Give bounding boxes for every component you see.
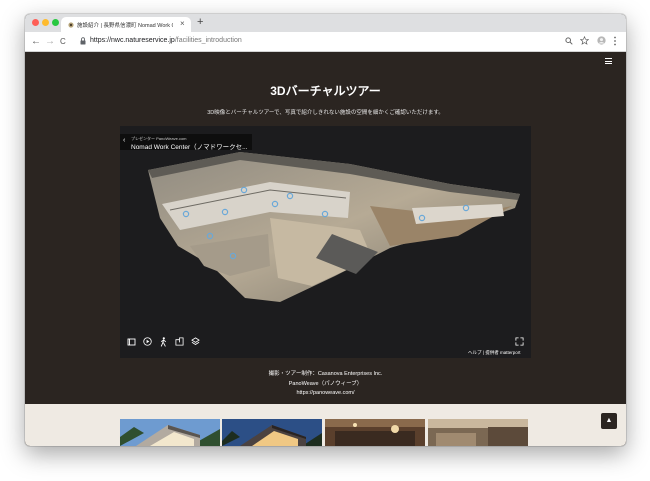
menu-icon[interactable] — [605, 58, 612, 64]
viewer-footer: ヘルプ | 提供者 matterport — [468, 350, 520, 356]
close-window-button[interactable] — [32, 19, 39, 26]
zoom-window-button[interactable] — [52, 19, 59, 26]
footer-separator: | — [482, 350, 484, 355]
minimize-window-button[interactable] — [42, 19, 49, 26]
page-content: 3Dバーチャルツアー 3D映像とバーチャルツアーで、写真で紹介しきれない施設の空… — [25, 52, 626, 446]
gallery-thumbnail[interactable] — [325, 419, 425, 446]
floorplan-icon[interactable] — [175, 337, 184, 346]
browser-window: 施設紹介 | 長野県信濃町 Nomad Work Center × + ← → … — [25, 14, 626, 446]
help-link[interactable]: ヘルプ — [468, 350, 482, 355]
tab-close-icon[interactable]: × — [180, 19, 185, 28]
favicon-icon — [68, 22, 74, 28]
url-input[interactable]: https://nwc.natureservice.jp/facilities_… — [75, 35, 545, 48]
gallery-thumbnail[interactable] — [120, 419, 220, 446]
walk-icon[interactable] — [160, 337, 167, 347]
dollhouse-model-image[interactable] — [120, 126, 531, 358]
new-tab-button[interactable]: + — [197, 16, 203, 28]
url-domain: https://nwc.natureservice.jp — [90, 37, 175, 44]
credit-photography: 撮影・ツアー制作：Casanova Enterprises Inc. — [268, 371, 383, 377]
address-bar: ← → C https://nwc.natureservice.jp/facil… — [25, 32, 626, 52]
tour-title-bar[interactable]: ‹ プレゼンター PanoWeave.com Nomad Work Center… — [120, 134, 252, 151]
caret-up-icon: ▲ — [605, 417, 613, 424]
tab-title: 施設紹介 | 長野県信濃町 Nomad Work Center — [77, 23, 173, 29]
back-to-top-button[interactable]: ▲ — [601, 413, 617, 429]
matterport-viewer[interactable]: ‹ プレゼンター PanoWeave.com Nomad Work Center… — [120, 126, 531, 358]
account-icon[interactable] — [597, 36, 606, 45]
credit-company: PanoWeave（パノウィーブ） — [288, 380, 363, 387]
tab-bar: 施設紹介 | 長野県信濃町 Nomad Work Center × + — [25, 14, 626, 32]
gallery-thumbnail[interactable] — [222, 419, 322, 446]
active-tab[interactable]: 施設紹介 | 長野県信濃町 Nomad Work Center × — [61, 17, 191, 32]
gallery-thumbnail[interactable] — [428, 419, 528, 446]
matterport-link[interactable]: 提供者 matterport — [485, 350, 520, 355]
back-button[interactable]: ← — [31, 36, 41, 47]
page-subtitle: 3D映像とバーチャルツアーで、写真で紹介しきれない施設の空間を細かくご確認いただ… — [207, 110, 444, 116]
lock-icon — [80, 37, 86, 45]
url-text: https://nwc.natureservice.jp/facilities_… — [90, 37, 242, 44]
page-title: 3Dバーチャルツアー — [270, 84, 381, 98]
forward-button[interactable]: → — [45, 36, 55, 47]
tour-title: Nomad Work Center（ノマドワークセ... — [131, 144, 248, 151]
more-icon[interactable] — [613, 36, 617, 46]
search-icon[interactable] — [565, 37, 573, 45]
fullscreen-icon[interactable] — [515, 337, 524, 346]
viewer-back-icon[interactable]: ‹ — [123, 137, 125, 144]
play-icon[interactable] — [143, 337, 152, 346]
credits: 撮影・ツアー制作：Casanova Enterprises Inc. PanoW… — [25, 370, 626, 399]
credit-url[interactable]: https://panoweave.com/ — [25, 389, 626, 399]
star-icon[interactable] — [580, 36, 589, 45]
dollhouse-icon[interactable] — [127, 338, 136, 346]
desktop: 施設紹介 | 長野県信濃町 Nomad Work Center × + ← → … — [0, 0, 650, 481]
layers-icon[interactable] — [191, 337, 200, 346]
reload-button[interactable]: C — [60, 37, 66, 46]
url-path: /facilities_introduction — [174, 37, 242, 44]
